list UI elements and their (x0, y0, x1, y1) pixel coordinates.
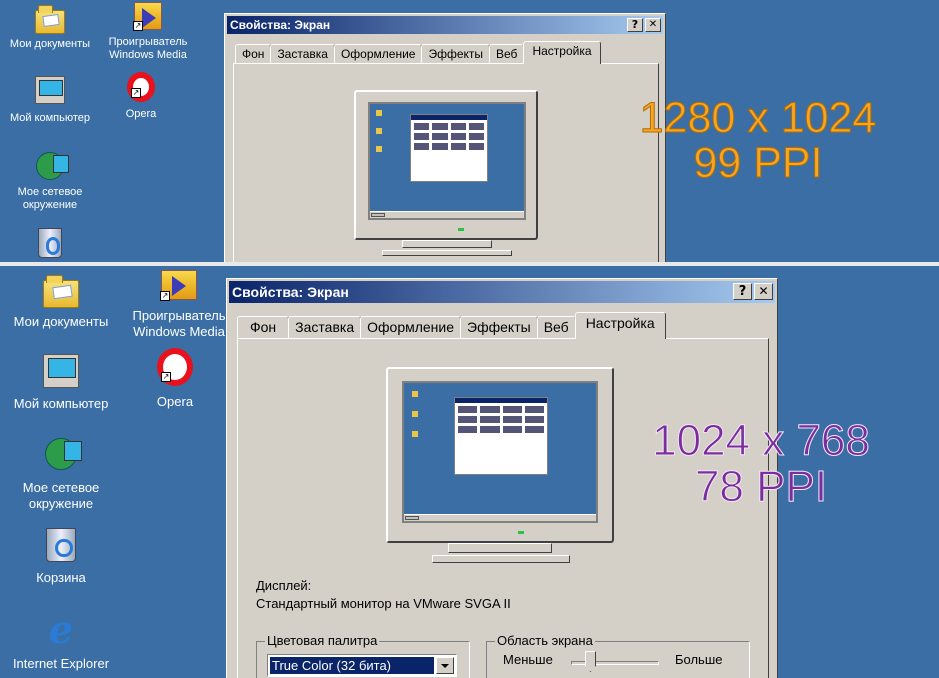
dialog-tabs: Фон Заставка Оформление Эффекты Веб Наст… (237, 312, 666, 339)
mini-desktop-icon (412, 391, 418, 397)
resolution-overlay: 1280 x 1024 99 PPI (612, 94, 904, 188)
tab-effects[interactable]: Эффекты (460, 316, 538, 339)
tab-web[interactable]: Веб (489, 44, 525, 64)
display-value: Стандартный монитор на VMware SVGA II (256, 596, 511, 611)
mini-taskbar (370, 211, 524, 218)
shortcut-arrow-icon: ↗ (133, 21, 143, 31)
screen-area-group: Область экрана Меньше Больше (486, 633, 750, 678)
tab-appearance[interactable]: Оформление (360, 316, 462, 339)
dialog-tabs: Фон Заставка Оформление Эффекты Веб Наст… (235, 41, 601, 64)
monitor-screen-preview (368, 102, 526, 220)
my-computer-icon (43, 354, 79, 388)
tab-background[interactable]: Фон (237, 316, 290, 339)
color-palette-label: Цветовая палитра (265, 633, 380, 648)
recycle-bin-icon (46, 528, 76, 562)
help-button[interactable]: ? (733, 283, 752, 300)
resolution-text: 1024 x 768 (652, 416, 871, 465)
desktop-icon-my-documents[interactable]: Мои документы (6, 272, 116, 330)
internet-explorer-icon: e (48, 607, 74, 652)
settings-tab-panel (233, 63, 659, 262)
desktop-icon-windows-media-player[interactable]: ↗ Проигрыватель Windows Media (124, 270, 234, 339)
opera-icon: ↗ (127, 72, 155, 102)
desktop-icon-my-documents[interactable]: Мои документы (2, 4, 98, 51)
desktop-icon-network-places[interactable]: Мое сетевое окружение (2, 152, 98, 212)
resolution-overlay: 1024 x 768 78 PPI (626, 416, 896, 512)
screen-area-label: Область экрана (495, 633, 595, 648)
shortcut-arrow-icon: ↗ (131, 88, 141, 98)
dialog-titlebar: Свойства: Экран ? ✕ (227, 16, 663, 34)
tab-screensaver[interactable]: Заставка (270, 44, 335, 64)
mini-desktop-icon (376, 146, 382, 152)
shortcut-arrow-icon: ↗ (160, 291, 170, 301)
mini-taskbar (404, 514, 596, 521)
monitor-base (432, 555, 570, 563)
display-label: Дисплей: (256, 578, 312, 593)
help-button[interactable]: ? (627, 18, 643, 32)
resolution-text: 1280 x 1024 (639, 94, 877, 142)
tab-effects[interactable]: Эффекты (421, 44, 491, 64)
my-computer-icon (35, 76, 65, 104)
recycle-bin-icon (38, 228, 62, 258)
top-screenshot-panel: Мои документы ↗ Проигрыватель Windows Me… (0, 0, 939, 262)
mini-window (410, 114, 488, 182)
desktop-icon-my-computer[interactable]: Мой компьютер (2, 76, 98, 125)
tab-screensaver[interactable]: Заставка (288, 316, 362, 339)
display-properties-dialog: Свойства: Экран ? ✕ Фон Заставка Оформле… (224, 13, 666, 262)
monitor-preview (354, 90, 538, 240)
tab-appearance[interactable]: Оформление (333, 44, 423, 64)
dialog-title: Свойства: Экран (230, 18, 331, 32)
power-led (518, 531, 524, 534)
windows-media-player-icon: ↗ (160, 270, 197, 301)
windows-media-player-icon: ↗ (133, 2, 162, 31)
network-places-icon (45, 438, 82, 470)
close-button[interactable]: ✕ (645, 18, 661, 32)
ppi-text: 99 PPI (693, 139, 823, 188)
desktop-icon-opera[interactable]: ↗ Opera (120, 348, 230, 410)
my-documents-icon (35, 5, 65, 34)
ppi-text: 78 PPI (694, 462, 828, 512)
tab-background[interactable]: Фон (235, 44, 272, 64)
mini-desktop-icon (376, 110, 382, 116)
screen-area-more-label: Больше (675, 652, 723, 667)
my-documents-icon (43, 275, 79, 308)
monitor-preview (386, 367, 614, 543)
desktop-icon-opera[interactable]: ↗ Opera (93, 72, 189, 121)
dialog-title: Свойства: Экран (232, 284, 349, 300)
color-palette-selected-value: True Color (32 бита) (270, 657, 434, 674)
desktop-icon-windows-media-player[interactable]: ↗ Проигрыватель Windows Media (100, 2, 196, 62)
desktop-icon-my-computer[interactable]: Мой компьютер (6, 354, 116, 412)
color-palette-select[interactable]: True Color (32 бита) (267, 654, 457, 677)
network-places-icon (36, 152, 69, 180)
bottom-screenshot-panel: Мои документы ↗ Проигрыватель Windows Me… (0, 266, 939, 678)
opera-icon: ↗ (157, 348, 193, 386)
tab-settings[interactable]: Настройка (574, 312, 666, 339)
monitor-stand (402, 240, 492, 248)
desktop-icon-network-places[interactable]: Мое сетевое окружение (6, 438, 116, 511)
power-led (458, 228, 464, 231)
screen-area-less-label: Меньше (503, 652, 553, 667)
mini-window (454, 397, 548, 475)
mini-desktop-icon (412, 411, 418, 417)
monitor-base (382, 250, 512, 256)
screen-area-slider-track[interactable] (571, 661, 659, 665)
mini-desktop-icon (412, 431, 418, 437)
close-button[interactable]: ✕ (754, 283, 773, 300)
dialog-titlebar: Свойства: Экран ? ✕ (229, 281, 775, 303)
tab-web[interactable]: Веб (536, 316, 576, 339)
desktop-icon-recycle-bin[interactable] (2, 228, 98, 258)
mini-desktop-icon (376, 128, 382, 134)
chevron-down-icon[interactable] (436, 657, 454, 674)
shortcut-arrow-icon: ↗ (161, 372, 171, 382)
tab-settings[interactable]: Настройка (523, 41, 601, 64)
monitor-stand (448, 543, 552, 553)
desktop-icon-recycle-bin[interactable]: Корзина (6, 528, 116, 586)
screen-area-slider-thumb[interactable] (585, 651, 596, 672)
monitor-screen-preview (402, 381, 598, 523)
color-palette-group: Цветовая палитра True Color (32 бита) (256, 633, 470, 678)
desktop-icon-internet-explorer[interactable]: e Internet Explorer (6, 607, 116, 672)
